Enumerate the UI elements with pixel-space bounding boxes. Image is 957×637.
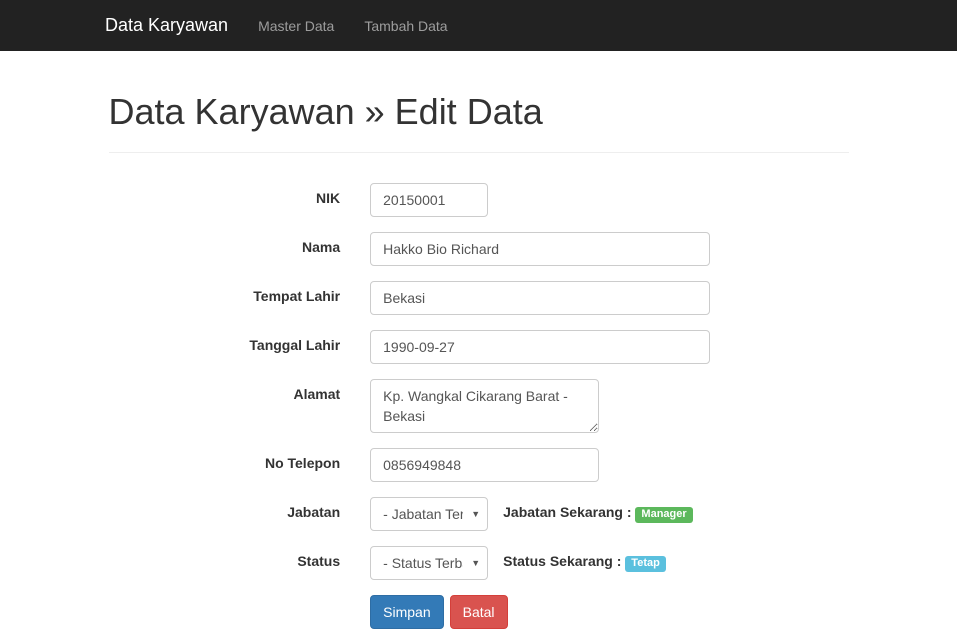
label-tempat-lahir: Tempat Lahir: [109, 281, 356, 304]
page-header: Data Karyawan » Edit Data: [109, 91, 849, 153]
cancel-button[interactable]: Batal: [450, 595, 508, 629]
field-tanggal-lahir: Tanggal Lahir: [109, 330, 849, 364]
jabatan-info-label: Jabatan Sekarang :: [503, 504, 631, 520]
main-container: Data Karyawan » Edit Data NIK Nama Tempa…: [94, 91, 864, 629]
field-tempat-lahir: Tempat Lahir: [109, 281, 849, 315]
status-badge: Tetap: [625, 556, 666, 572]
status-current-info: Status Sekarang : Tetap: [503, 546, 666, 572]
input-tanggal-lahir[interactable]: [370, 330, 710, 364]
field-nik: NIK: [109, 183, 849, 217]
edit-form: NIK Nama Tempat Lahir Tanggal Lahir Alam: [109, 183, 849, 629]
page-title: Data Karyawan » Edit Data: [109, 91, 849, 133]
field-nama: Nama: [109, 232, 849, 266]
status-info-label: Status Sekarang :: [503, 553, 621, 569]
form-buttons: Simpan Batal: [355, 595, 848, 629]
jabatan-current-info: Jabatan Sekarang : Manager: [503, 497, 693, 523]
label-alamat: Alamat: [109, 379, 356, 402]
input-alamat[interactable]: Kp. Wangkal Cikarang Barat - Bekasi: [370, 379, 599, 433]
input-tempat-lahir[interactable]: [370, 281, 710, 315]
input-no-telepon[interactable]: [370, 448, 599, 482]
navbar-brand[interactable]: Data Karyawan: [90, 0, 243, 51]
field-jabatan: Jabatan - Jabatan Terbaru - Jabatan Seka…: [109, 497, 849, 531]
label-no-telepon: No Telepon: [109, 448, 356, 471]
submit-button[interactable]: Simpan: [370, 595, 443, 629]
jabatan-badge: Manager: [635, 507, 692, 523]
label-tanggal-lahir: Tanggal Lahir: [109, 330, 356, 353]
select-jabatan[interactable]: - Jabatan Terbaru -: [370, 497, 488, 531]
label-jabatan: Jabatan: [109, 497, 356, 520]
navbar: Data Karyawan Master Data Tambah Data: [0, 0, 957, 51]
nav-link-master-data[interactable]: Master Data: [243, 3, 349, 49]
input-nik[interactable]: [370, 183, 488, 217]
label-nama: Nama: [109, 232, 356, 255]
input-nama[interactable]: [370, 232, 710, 266]
field-no-telepon: No Telepon: [109, 448, 849, 482]
label-status: Status: [109, 546, 356, 569]
field-alamat: Alamat Kp. Wangkal Cikarang Barat - Beka…: [109, 379, 849, 433]
field-status: Status - Status Terbaru - Status Sekaran…: [109, 546, 849, 580]
label-nik: NIK: [109, 183, 356, 206]
select-status[interactable]: - Status Terbaru -: [370, 546, 488, 580]
nav-link-tambah-data[interactable]: Tambah Data: [349, 3, 462, 49]
